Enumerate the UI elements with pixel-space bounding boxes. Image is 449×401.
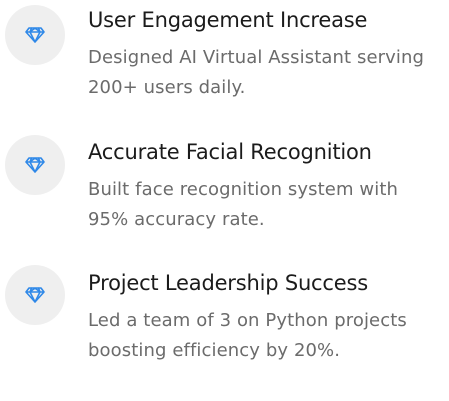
- achievement-text: Accurate Facial Recognition Built face r…: [88, 138, 443, 235]
- achievements-list: User Engagement Increase Designed AI Vir…: [0, 0, 449, 401]
- achievement-title: Project Leadership Success: [88, 271, 368, 295]
- diamond-icon-badge: [5, 135, 65, 195]
- diamond-icon-badge: [5, 265, 65, 325]
- achievement-description: Built face recognition system with 95% a…: [88, 179, 399, 230]
- achievement-text: Project Leadership Success Led a team of…: [88, 269, 443, 366]
- achievement-title: User Engagement Increase: [88, 8, 368, 32]
- achievement-description: Led a team of 3 on Python projects boost…: [88, 310, 407, 361]
- diamond-icon: [25, 287, 45, 303]
- diamond-icon-badge: [5, 5, 65, 65]
- achievement-title: Accurate Facial Recognition: [88, 140, 372, 164]
- achievement-description: Designed AI Virtual Assistant serving 20…: [88, 47, 425, 98]
- diamond-icon: [25, 157, 45, 173]
- achievement-text: User Engagement Increase Designed AI Vir…: [88, 6, 443, 103]
- diamond-icon: [25, 27, 45, 43]
